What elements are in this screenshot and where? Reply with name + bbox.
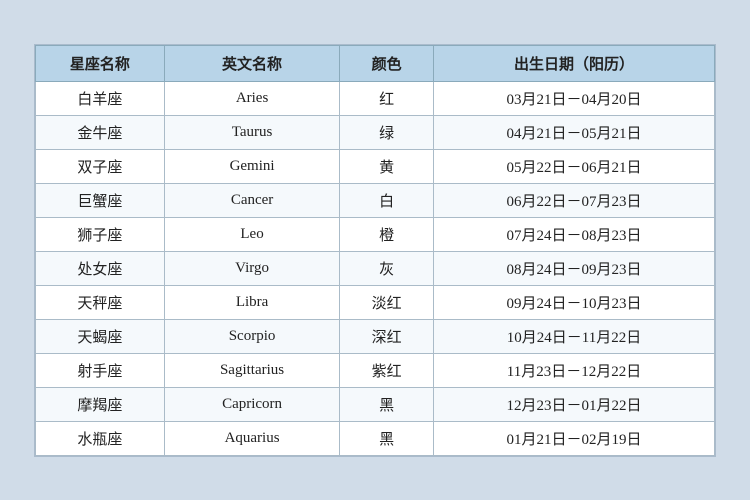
- header-color: 颜色: [340, 45, 434, 81]
- table-row: 处女座Virgo灰08月24日－09月23日: [36, 251, 715, 285]
- cell-en: Scorpio: [164, 319, 340, 353]
- table-row: 水瓶座Aquarius黑01月21日－02月19日: [36, 421, 715, 455]
- cell-en: Capricorn: [164, 387, 340, 421]
- cell-color: 紫红: [340, 353, 434, 387]
- cell-date: 11月23日－12月22日: [434, 353, 715, 387]
- cell-zh: 水瓶座: [36, 421, 165, 455]
- cell-date: 12月23日－01月22日: [434, 387, 715, 421]
- zodiac-table: 星座名称 英文名称 颜色 出生日期（阳历） 白羊座Aries红03月21日－04…: [35, 45, 715, 456]
- cell-en: Aquarius: [164, 421, 340, 455]
- cell-color: 淡红: [340, 285, 434, 319]
- cell-en: Virgo: [164, 251, 340, 285]
- table-body: 白羊座Aries红03月21日－04月20日金牛座Taurus绿04月21日－0…: [36, 81, 715, 455]
- cell-date: 10月24日－11月22日: [434, 319, 715, 353]
- cell-date: 05月22日－06月21日: [434, 149, 715, 183]
- table-row: 双子座Gemini黄05月22日－06月21日: [36, 149, 715, 183]
- header-date: 出生日期（阳历）: [434, 45, 715, 81]
- table-row: 射手座Sagittarius紫红11月23日－12月22日: [36, 353, 715, 387]
- cell-color: 黄: [340, 149, 434, 183]
- table-row: 白羊座Aries红03月21日－04月20日: [36, 81, 715, 115]
- cell-zh: 摩羯座: [36, 387, 165, 421]
- cell-date: 04月21日－05月21日: [434, 115, 715, 149]
- cell-color: 深红: [340, 319, 434, 353]
- cell-zh: 狮子座: [36, 217, 165, 251]
- cell-date: 07月24日－08月23日: [434, 217, 715, 251]
- table-row: 金牛座Taurus绿04月21日－05月21日: [36, 115, 715, 149]
- cell-en: Cancer: [164, 183, 340, 217]
- cell-en: Sagittarius: [164, 353, 340, 387]
- table-header-row: 星座名称 英文名称 颜色 出生日期（阳历）: [36, 45, 715, 81]
- cell-en: Aries: [164, 81, 340, 115]
- cell-zh: 射手座: [36, 353, 165, 387]
- cell-en: Libra: [164, 285, 340, 319]
- cell-date: 06月22日－07月23日: [434, 183, 715, 217]
- cell-zh: 天蝎座: [36, 319, 165, 353]
- cell-zh: 处女座: [36, 251, 165, 285]
- cell-color: 白: [340, 183, 434, 217]
- cell-color: 灰: [340, 251, 434, 285]
- table-row: 天秤座Libra淡红09月24日－10月23日: [36, 285, 715, 319]
- cell-zh: 天秤座: [36, 285, 165, 319]
- cell-color: 绿: [340, 115, 434, 149]
- header-en: 英文名称: [164, 45, 340, 81]
- table-row: 狮子座Leo橙07月24日－08月23日: [36, 217, 715, 251]
- cell-date: 03月21日－04月20日: [434, 81, 715, 115]
- cell-color: 红: [340, 81, 434, 115]
- cell-en: Taurus: [164, 115, 340, 149]
- cell-zh: 白羊座: [36, 81, 165, 115]
- zodiac-table-wrapper: 星座名称 英文名称 颜色 出生日期（阳历） 白羊座Aries红03月21日－04…: [34, 44, 716, 457]
- cell-en: Leo: [164, 217, 340, 251]
- cell-zh: 双子座: [36, 149, 165, 183]
- table-row: 巨蟹座Cancer白06月22日－07月23日: [36, 183, 715, 217]
- cell-zh: 金牛座: [36, 115, 165, 149]
- cell-en: Gemini: [164, 149, 340, 183]
- table-row: 天蝎座Scorpio深红10月24日－11月22日: [36, 319, 715, 353]
- table-row: 摩羯座Capricorn黑12月23日－01月22日: [36, 387, 715, 421]
- header-zh: 星座名称: [36, 45, 165, 81]
- cell-color: 橙: [340, 217, 434, 251]
- cell-zh: 巨蟹座: [36, 183, 165, 217]
- cell-date: 08月24日－09月23日: [434, 251, 715, 285]
- cell-color: 黑: [340, 421, 434, 455]
- cell-date: 01月21日－02月19日: [434, 421, 715, 455]
- cell-date: 09月24日－10月23日: [434, 285, 715, 319]
- cell-color: 黑: [340, 387, 434, 421]
